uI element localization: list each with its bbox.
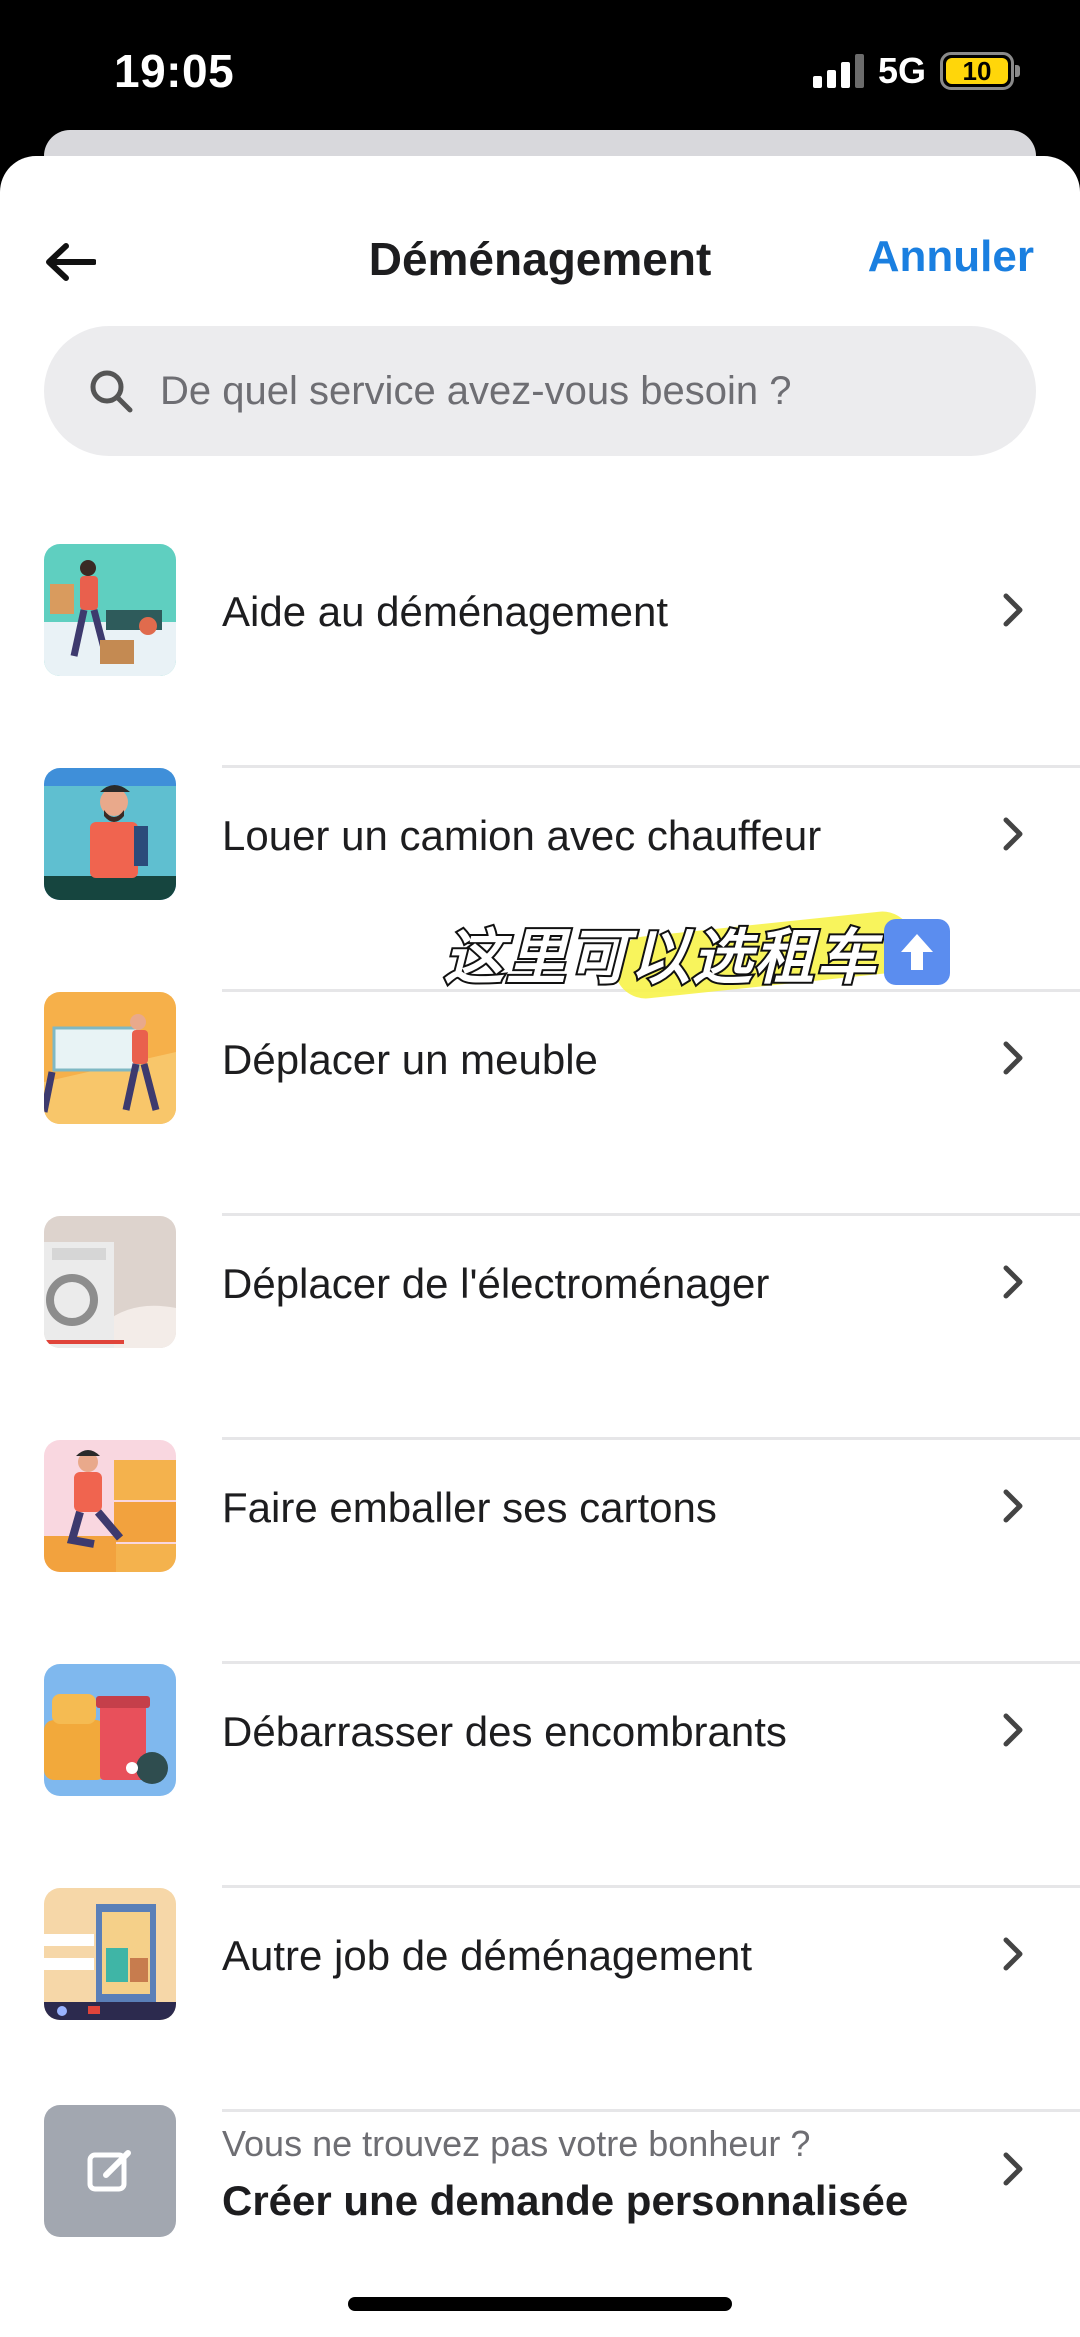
custom-request-title: Créer une demande personnalisée bbox=[222, 2177, 909, 2224]
service-list: Aide au déménagement Louer un camion ave… bbox=[0, 544, 1080, 2112]
battery-level: 10 bbox=[946, 56, 1008, 86]
truck-driver-illustration bbox=[44, 768, 176, 900]
up-arrow-icon bbox=[884, 919, 950, 985]
chevron-right-icon bbox=[1003, 1713, 1023, 1747]
service-label: Aide au déménagement bbox=[222, 588, 668, 635]
service-item-aide-demenagement[interactable]: Aide au déménagement bbox=[0, 544, 1080, 768]
chevron-right-icon bbox=[1003, 817, 1023, 851]
service-sheet: Déménagement Annuler De quel service ave… bbox=[0, 156, 1080, 2337]
search-icon bbox=[90, 370, 133, 413]
chevron-right-icon bbox=[1003, 2152, 1023, 2186]
chevron-right-icon bbox=[1003, 1041, 1023, 1075]
service-item-autre-job[interactable]: Autre job de déménagement bbox=[0, 1888, 1080, 2112]
search-placeholder: De quel service avez-vous besoin ? bbox=[160, 368, 792, 413]
chevron-right-icon bbox=[1003, 1265, 1023, 1299]
status-indicators: 5G 10 bbox=[812, 50, 1020, 92]
battery-icon: 10 bbox=[940, 52, 1020, 90]
service-item-emballer-cartons[interactable]: Faire emballer ses cartons bbox=[0, 1440, 1080, 1664]
service-label: Autre job de déménagement bbox=[222, 1932, 753, 1979]
bulky-waste-illustration bbox=[44, 1664, 176, 1796]
cancel-button[interactable]: Annuler bbox=[868, 232, 1034, 282]
custom-request-subtitle: Vous ne trouvez pas votre bonheur ? bbox=[222, 2123, 811, 2164]
edit-icon bbox=[44, 2105, 176, 2237]
custom-request-item[interactable]: Vous ne trouvez pas votre bonheur ? Crée… bbox=[0, 2105, 1080, 2305]
search-input[interactable]: De quel service avez-vous besoin ? bbox=[44, 326, 1036, 456]
home-indicator bbox=[348, 2297, 732, 2311]
packing-boxes-illustration bbox=[44, 1440, 176, 1572]
network-type: 5G bbox=[877, 50, 926, 91]
service-item-encombrants[interactable]: Débarrasser des encombrants bbox=[0, 1664, 1080, 1888]
annotation-overlay: 这里可以选租车 bbox=[442, 908, 950, 1002]
sheet-header: Déménagement Annuler bbox=[0, 156, 1080, 316]
other-job-illustration bbox=[44, 1888, 176, 2020]
appliance-illustration bbox=[44, 1216, 176, 1348]
chevron-right-icon bbox=[1003, 1937, 1023, 1971]
service-item-electromenager[interactable]: Déplacer de l'électroménager bbox=[0, 1216, 1080, 1440]
signal-icon bbox=[812, 54, 864, 88]
service-label: Déplacer de l'électroménager bbox=[222, 1260, 770, 1307]
service-label: Débarrasser des encombrants bbox=[222, 1708, 787, 1755]
moving-help-illustration bbox=[44, 544, 176, 676]
service-item-deplacer-meuble[interactable]: Déplacer un meuble bbox=[0, 992, 1080, 1216]
service-label: Déplacer un meuble bbox=[222, 1036, 598, 1083]
status-time: 19:05 bbox=[114, 45, 235, 97]
chevron-right-icon bbox=[1003, 593, 1023, 627]
move-furniture-illustration bbox=[44, 992, 176, 1124]
service-label: Louer un camion avec chauffeur bbox=[222, 812, 822, 859]
annotation-text: 这里可以选租车 bbox=[442, 921, 878, 995]
service-label: Faire emballer ses cartons bbox=[222, 1484, 717, 1531]
status-bar: 19:05 5G 10 bbox=[0, 0, 1080, 140]
chevron-right-icon bbox=[1003, 1489, 1023, 1523]
